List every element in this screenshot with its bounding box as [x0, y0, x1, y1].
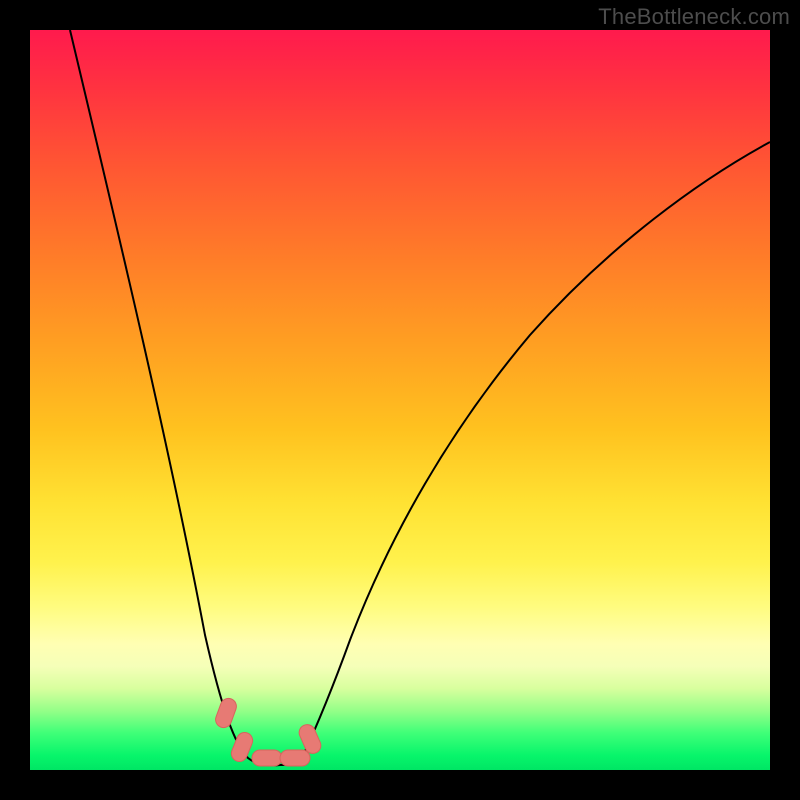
chart-gradient-area [30, 30, 770, 770]
chart-frame: TheBottleneck.com [0, 0, 800, 800]
watermark-text: TheBottleneck.com [598, 4, 790, 30]
